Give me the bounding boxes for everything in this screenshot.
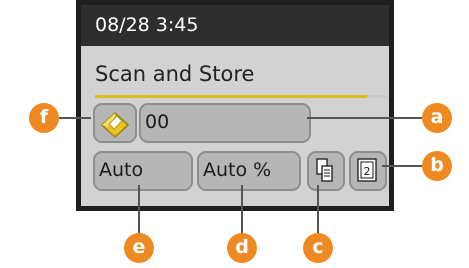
- progress-bar: [95, 95, 387, 98]
- callout-f: f: [29, 103, 59, 133]
- lcd-display: 08/28 3:45 Scan and Store 00 Auto Auto %: [76, 0, 394, 211]
- zoom-value: Auto %: [203, 159, 272, 181]
- address-book-icon: [100, 111, 130, 139]
- callout-e: e: [124, 233, 154, 263]
- callout-b: b: [422, 151, 452, 181]
- callout-d: d: [227, 233, 257, 263]
- page-title: Scan and Store: [95, 62, 255, 86]
- duplex-setting[interactable]: [307, 151, 345, 191]
- two-sided-scan-icon: [316, 158, 333, 182]
- resolution-value: Auto: [99, 159, 144, 181]
- datetime-label: 08/28 3:45: [95, 14, 199, 36]
- callout-a: a: [422, 103, 452, 133]
- destination-field[interactable]: 00: [139, 103, 311, 143]
- callout-line-e: [138, 185, 140, 235]
- callout-line-f: [59, 117, 91, 119]
- resolution-setting[interactable]: Auto: [93, 151, 193, 191]
- color-mode-setting[interactable]: 2: [349, 151, 387, 191]
- callout-line-a: [307, 117, 422, 119]
- color-mode-icon: 2: [357, 158, 377, 182]
- address-book-button[interactable]: [93, 103, 137, 143]
- zoom-setting[interactable]: Auto %: [197, 151, 301, 191]
- destination-value: 00: [145, 111, 170, 133]
- callout-line-c: [317, 185, 319, 235]
- callout-c: c: [303, 233, 333, 263]
- progress-fill: [95, 95, 367, 98]
- callout-line-d: [241, 185, 243, 235]
- status-bar: 08/28 3:45: [81, 5, 389, 46]
- svg-text:2: 2: [364, 165, 371, 178]
- callout-line-b: [382, 165, 424, 167]
